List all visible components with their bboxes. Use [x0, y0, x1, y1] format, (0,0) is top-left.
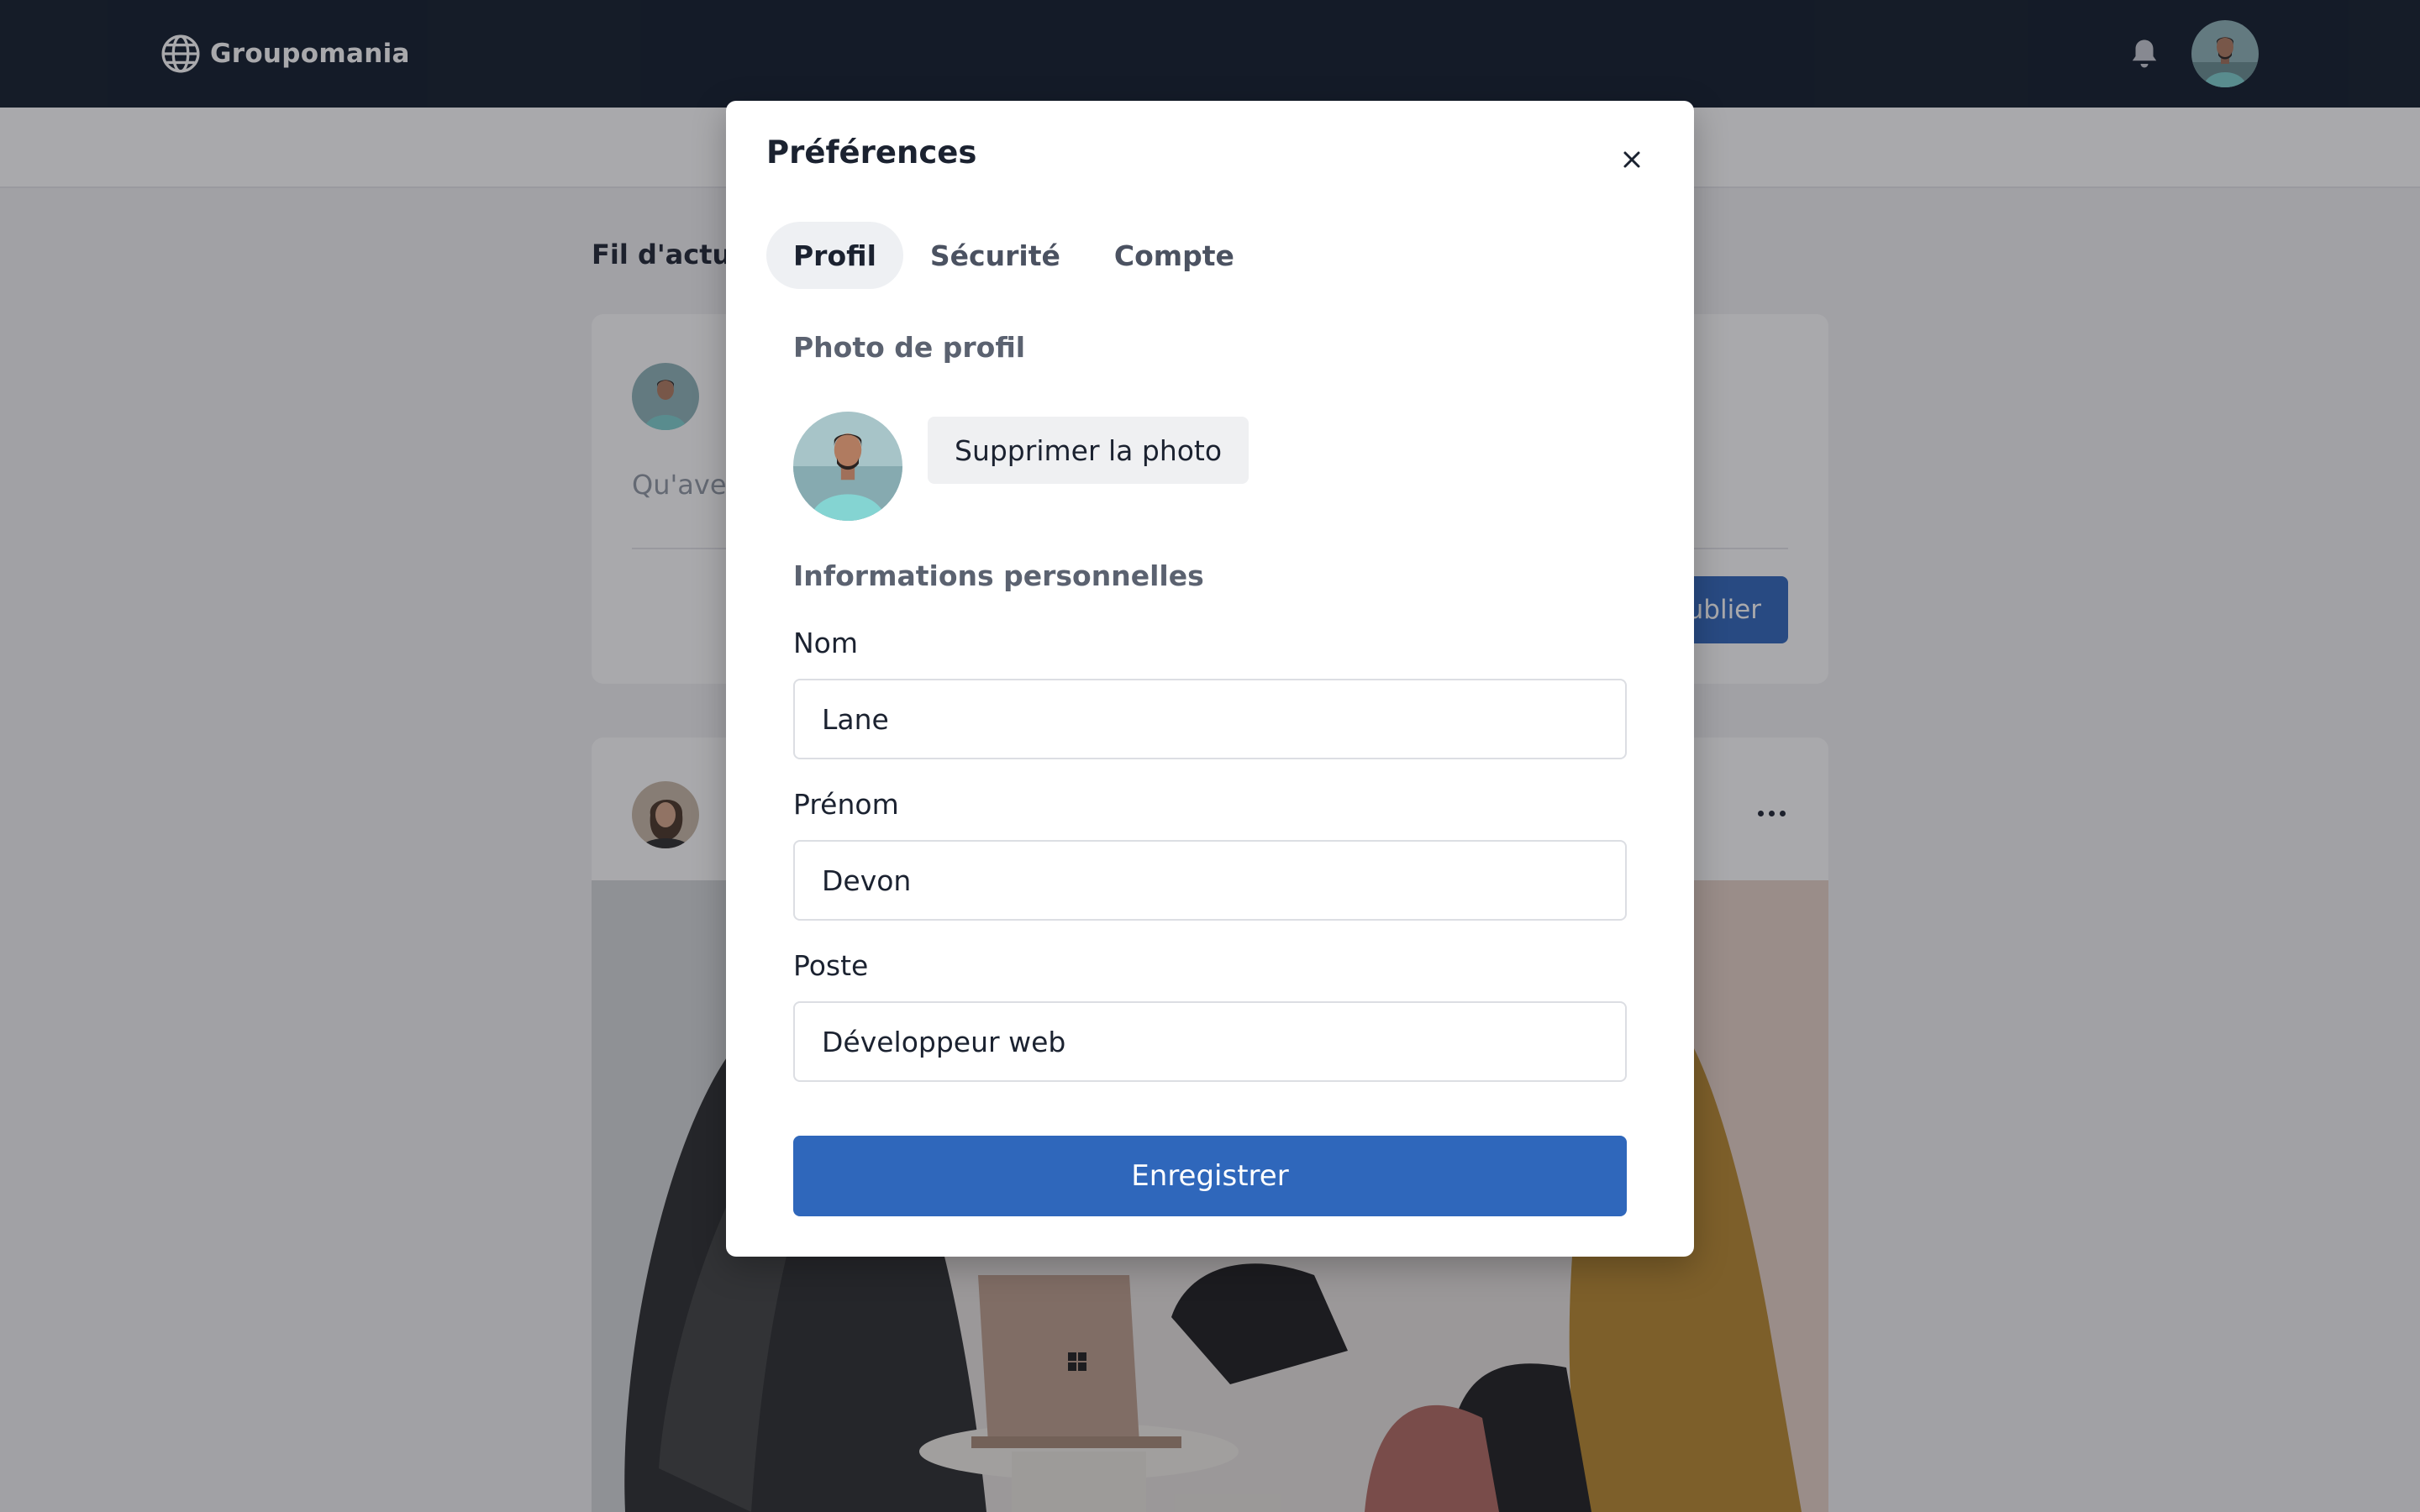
profile-photo — [793, 412, 902, 521]
delete-photo-button[interactable]: Supprimer la photo — [928, 417, 1249, 484]
photo-section-label: Photo de profil — [793, 331, 1026, 364]
tab-profil[interactable]: Profil — [766, 222, 903, 289]
last-name-label: Nom — [793, 627, 859, 659]
first-name-label: Prénom — [793, 788, 899, 821]
last-name-field[interactable] — [793, 679, 1627, 759]
first-name-field[interactable] — [793, 840, 1627, 921]
position-label: Poste — [793, 949, 869, 982]
preferences-tabs: Profil Sécurité Compte — [766, 222, 1261, 289]
close-icon[interactable] — [1610, 138, 1654, 181]
preferences-modal: Préférences Profil Sécurité Compte Photo… — [726, 101, 1694, 1257]
personal-info-label: Informations personnelles — [793, 559, 1204, 592]
position-field[interactable] — [793, 1001, 1627, 1082]
tab-compte[interactable]: Compte — [1087, 222, 1261, 289]
tab-securite[interactable]: Sécurité — [903, 222, 1087, 289]
save-button[interactable]: Enregistrer — [793, 1136, 1627, 1216]
modal-title: Préférences — [766, 134, 977, 171]
